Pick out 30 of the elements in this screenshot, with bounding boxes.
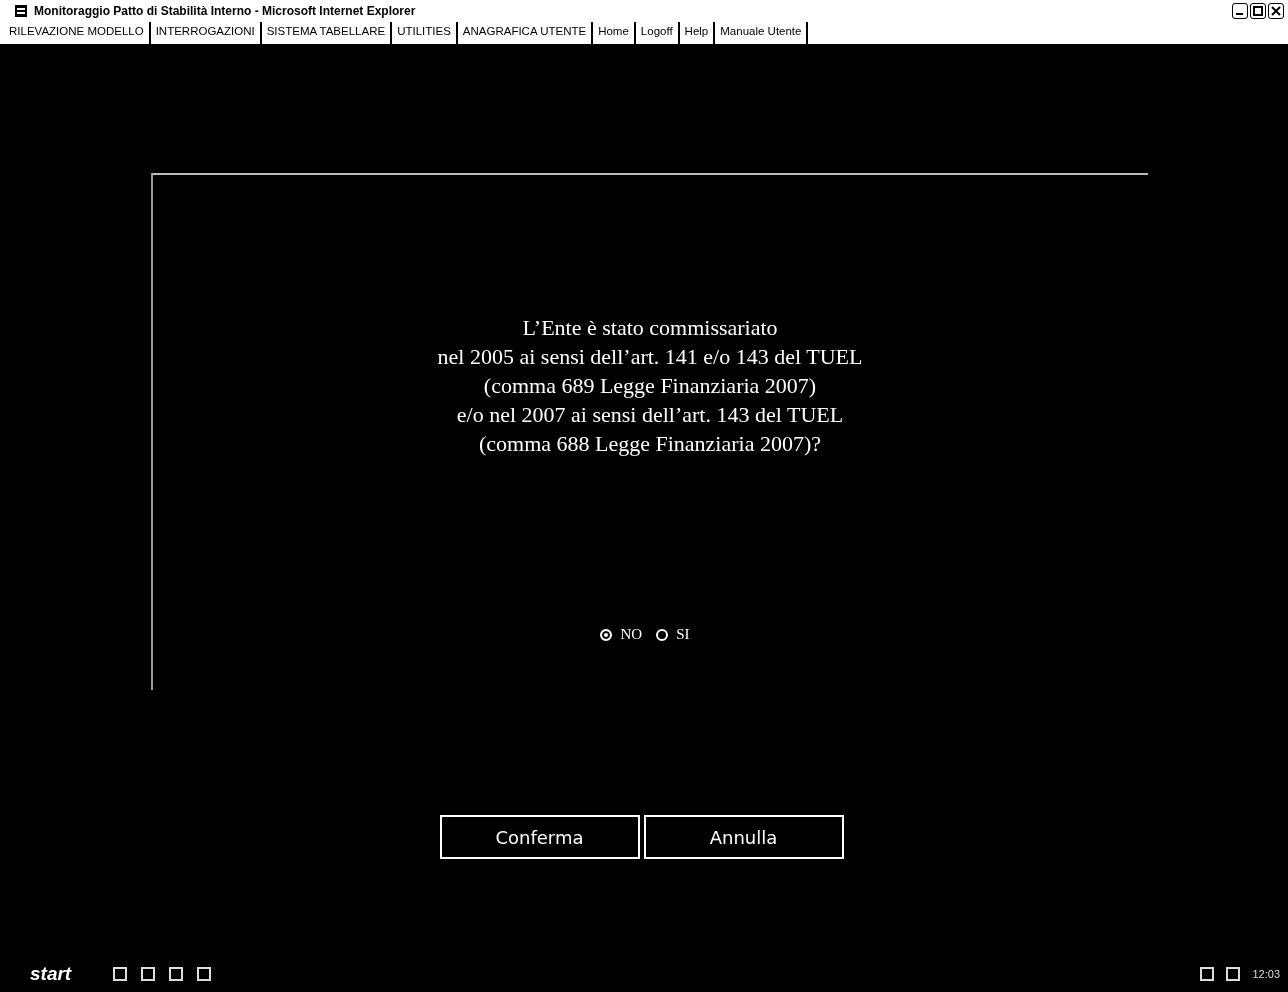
menu-item[interactable]: INTERROGAZIONI [150, 22, 262, 44]
start-button[interactable]: start [30, 963, 72, 985]
close-button[interactable] [1268, 3, 1284, 19]
minimize-icon [1236, 13, 1243, 15]
browser-icon [14, 4, 28, 18]
minimize-button[interactable] [1232, 3, 1248, 19]
menu-item[interactable]: SISTEMA TABELLARE [261, 22, 393, 44]
maximize-button[interactable] [1250, 3, 1266, 19]
question-text: L’Ente è stato commissariato [522, 314, 778, 342]
menu-item[interactable]: Help [679, 22, 716, 44]
menu-item[interactable]: ANAGRAFICA UTENTE [457, 22, 594, 44]
menu-item[interactable]: Manuale Utente [715, 22, 809, 44]
confirm-button[interactable]: Conferma [439, 815, 640, 859]
question-text: e/o nel 2007 ai sensi dell’art. 143 del TUEL [456, 401, 844, 429]
menu-item[interactable]: RILEVAZIONE MODELLO [4, 22, 151, 44]
question-text: (comma 688 Legge Finanziaria 2007)? [478, 430, 822, 458]
clock: 12:03 [1252, 968, 1280, 980]
question-text: (comma 689 Legge Finanziaria 2007) [483, 372, 817, 400]
menu-item[interactable]: Home [593, 22, 636, 44]
radio-label: SI [676, 626, 690, 643]
menu-item[interactable]: UTILITIES [392, 22, 458, 44]
radio-button[interactable] [600, 628, 613, 641]
window-title: Monitoraggio Patto di Stabilità Interno - Microsoft Internet Explorer [34, 4, 416, 18]
radio-button[interactable] [656, 628, 669, 641]
question-text: nel 2005 ai sensi dell’art. 141 e/o 143 del TUEL [437, 343, 863, 371]
menu-item[interactable]: Logoff [635, 22, 680, 44]
radio-label: NO [620, 626, 643, 643]
maximize-icon [1251, 4, 1265, 18]
cancel-button[interactable]: Annulla [643, 815, 844, 859]
close-icon [1269, 4, 1283, 18]
